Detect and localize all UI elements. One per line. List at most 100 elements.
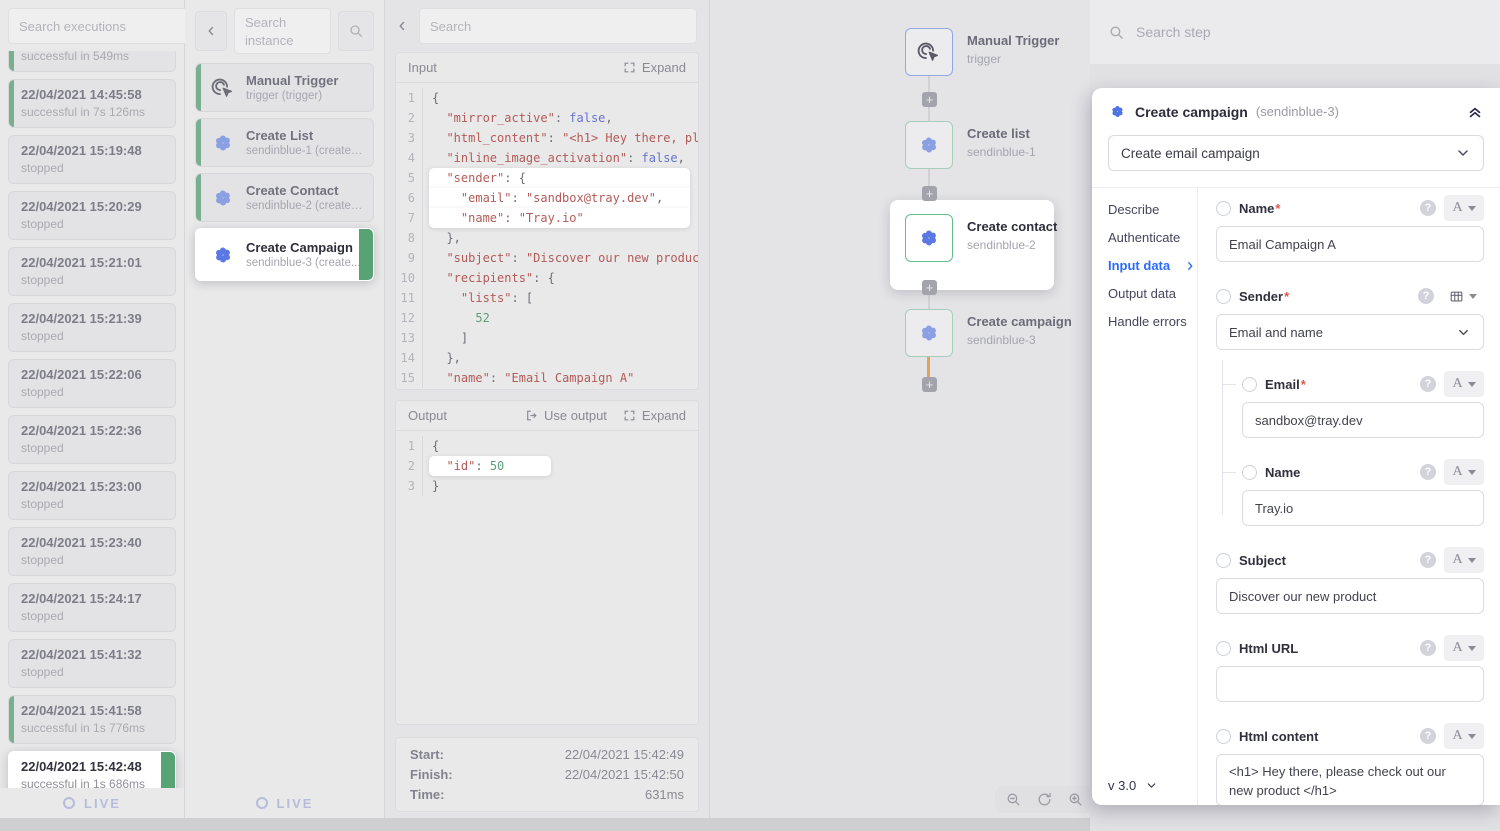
jsonpath-radio[interactable] (1216, 729, 1231, 744)
field-type-button[interactable] (1442, 283, 1484, 309)
field-input-email[interactable]: sandbox@tray.dev (1242, 402, 1484, 438)
workflow-node[interactable]: Manual Triggertrigger (905, 28, 1059, 76)
execution-item[interactable]: 22/04/2021 15:21:01stopped (8, 247, 176, 296)
input-expand-button[interactable]: Expand (623, 60, 686, 75)
code-line: 6 "email": "sandbox@tray.dev", (396, 188, 698, 208)
output-json-code[interactable]: 1{2 "id": 503} (396, 431, 698, 724)
jsonpath-radio[interactable] (1216, 641, 1231, 656)
field-input-html-url[interactable] (1216, 666, 1484, 702)
workflow-node[interactable]: Create listsendinblue-1 (905, 121, 1036, 169)
executions-live-toggle[interactable]: LIVE (0, 788, 184, 818)
output-section: Output Use output Expand 1{2 "id": 503} (395, 400, 699, 725)
operation-select[interactable]: Create email campaign (1108, 135, 1484, 171)
execution-item[interactable]: 22/04/2021 14:45:58successful in 7s 126m… (8, 79, 176, 128)
connector-version-select[interactable]: v 3.0 (1108, 778, 1158, 793)
add-step-button[interactable]: + (922, 377, 937, 392)
help-icon[interactable]: ? (1420, 640, 1436, 656)
step-title: Manual Trigger (246, 73, 338, 88)
output-expand-button[interactable]: Expand (623, 408, 686, 423)
node-icon-box (905, 121, 953, 169)
execution-item[interactable]: 22/04/2021 15:21:39stopped (8, 303, 176, 352)
jsonpath-radio[interactable] (1242, 465, 1257, 480)
line-number: 10 (396, 268, 423, 288)
add-step-button[interactable]: + (922, 186, 937, 201)
execution-item[interactable]: 22/04/2021 15:24:17stopped (8, 583, 176, 632)
zoom-in-icon[interactable] (1067, 791, 1084, 808)
debug-search-input[interactable] (419, 8, 697, 44)
step-subtitle: sendinblue-2 (create_co... (246, 200, 365, 212)
step-list-item[interactable]: Create Listsendinblue-1 (create_list) (195, 118, 374, 167)
field-input-name[interactable]: Tray.io (1242, 490, 1484, 526)
field-type-button[interactable]: A (1444, 723, 1484, 749)
execution-time: 22/04/2021 14:45:58 (21, 87, 165, 102)
help-icon[interactable]: ? (1418, 288, 1434, 304)
execution-item[interactable]: 22/04/2021 15:22:36stopped (8, 415, 176, 464)
help-icon[interactable]: ? (1420, 464, 1436, 480)
field-input-sender[interactable]: Email and name (1216, 314, 1484, 350)
execution-item[interactable]: 22/04/2021 15:41:58successful in 1s 776m… (8, 695, 176, 744)
field-input-name[interactable]: Email Campaign A (1216, 226, 1484, 262)
help-icon[interactable]: ? (1420, 728, 1436, 744)
search-step-bar[interactable]: Search step (1090, 0, 1500, 64)
execution-item[interactable]: 22/04/2021 15:23:40stopped (8, 527, 176, 576)
execution-item[interactable]: successful in 549ms (8, 51, 176, 72)
chevron-left-icon[interactable] (395, 19, 409, 33)
field-type-button[interactable]: A (1444, 371, 1484, 397)
field-type-button[interactable]: A (1444, 195, 1484, 221)
field-type-button[interactable]: A (1444, 635, 1484, 661)
code-line: 2 "id": 50 (396, 456, 698, 476)
nav-item-authenticate[interactable]: Authenticate (1108, 230, 1196, 245)
add-step-button[interactable]: + (922, 92, 937, 107)
search-instance-button[interactable] (338, 11, 374, 51)
line-number: 13 (396, 328, 423, 348)
use-output-button[interactable]: Use output (525, 408, 607, 423)
chevron-right-icon (1184, 260, 1196, 272)
input-json-code[interactable]: 1{2 "mirror_active": false,3 "html_conte… (396, 83, 698, 389)
reset-view-icon[interactable] (1036, 791, 1053, 808)
text-type-icon: A (1452, 464, 1462, 480)
properties-nav: Describe Authenticate Input data Output dat… (1092, 188, 1198, 805)
jsonpath-radio[interactable] (1216, 553, 1231, 568)
execution-item[interactable]: 22/04/2021 15:41:32stopped (8, 639, 176, 688)
nav-item-output-data[interactable]: Output data (1108, 286, 1196, 301)
back-button[interactable] (195, 11, 227, 51)
execution-item[interactable]: 22/04/2021 15:42:48successful in 1s 686m… (8, 751, 176, 788)
stat-value: 22/04/2021 15:42:50 (565, 765, 684, 785)
steps-live-toggle[interactable]: LIVE (185, 788, 384, 818)
stat-row: Start:22/04/2021 15:42:49 (410, 745, 684, 765)
help-icon[interactable]: ? (1420, 200, 1436, 216)
step-list-item[interactable]: Create Contactsendinblue-2 (create_co... (195, 173, 374, 222)
step-id: (sendinblue-3) (1256, 104, 1339, 119)
add-step-button[interactable]: + (922, 280, 937, 295)
jsonpath-radio[interactable] (1216, 289, 1231, 304)
execution-item[interactable]: 22/04/2021 15:20:29stopped (8, 191, 176, 240)
workflow-node[interactable]: Create campaignsendinblue-3 (905, 309, 1072, 357)
jsonpath-radio[interactable] (1242, 377, 1257, 392)
search-instance-input[interactable]: Search instance (234, 8, 331, 54)
field-type-button[interactable]: A (1444, 459, 1484, 485)
zoom-out-icon[interactable] (1005, 791, 1022, 808)
workflow-node[interactable]: Create contactsendinblue-2 (905, 214, 1057, 262)
execution-item[interactable]: 22/04/2021 15:19:48stopped (8, 135, 176, 184)
field-input-html-content[interactable]: <h1> Hey there, please check out our new… (1216, 754, 1484, 805)
workflow-canvas[interactable]: + + + + Manual Triggertrigger Create list… (710, 0, 1090, 818)
execution-item[interactable]: 22/04/2021 15:22:06stopped (8, 359, 176, 408)
required-asterisk: * (1301, 377, 1306, 392)
nav-item-input-data[interactable]: Input data (1108, 258, 1196, 273)
collapse-panel-icon[interactable] (1466, 103, 1484, 121)
help-icon[interactable]: ? (1420, 376, 1436, 392)
help-icon[interactable]: ? (1420, 552, 1436, 568)
nav-item-handle-errors[interactable]: Handle errors (1108, 314, 1196, 329)
required-asterisk: * (1275, 201, 1280, 216)
field-sender: Sender*?Email and nameEmail*?Asandbox@tr… (1216, 286, 1484, 526)
step-list-item[interactable]: Create Campaignsendinblue-3 (create... (195, 228, 374, 281)
operation-value: Create email campaign (1121, 146, 1260, 161)
text-type-icon: A (1452, 376, 1462, 392)
search-executions-input[interactable] (8, 8, 206, 44)
field-type-button[interactable]: A (1444, 547, 1484, 573)
step-list-item[interactable]: Manual Triggertrigger (trigger) (195, 63, 374, 112)
nav-item-describe[interactable]: Describe (1108, 202, 1196, 217)
jsonpath-radio[interactable] (1216, 201, 1231, 216)
field-input-subject[interactable]: Discover our new product (1216, 578, 1484, 614)
execution-item[interactable]: 22/04/2021 15:23:00stopped (8, 471, 176, 520)
